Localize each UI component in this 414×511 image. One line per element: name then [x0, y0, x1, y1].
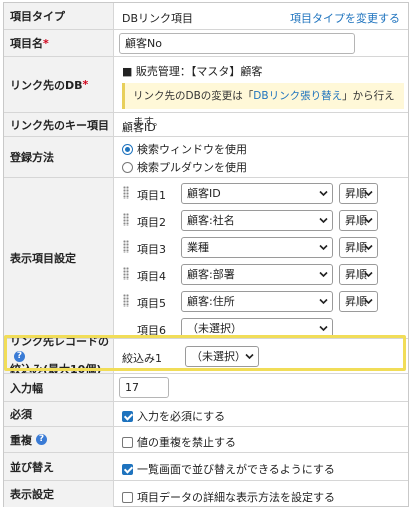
display-item-select[interactable]: （未選択） — [181, 318, 333, 339]
display-item-name: 項目4 — [137, 270, 166, 283]
sort-order-select[interactable]: 昇順 — [339, 237, 378, 258]
help-icon[interactable]: ? — [36, 434, 47, 445]
row-display-items: 表示項目設定 項目1 顧客ID 昇順 項目2 顧客:社名 昇順 項目3 業種 昇… — [4, 177, 408, 339]
chevron-down-icon — [319, 190, 328, 197]
required-mark: * — [82, 78, 89, 91]
display-item-name: 項目1 — [137, 189, 166, 202]
item-name-input[interactable]: 顧客No — [119, 33, 355, 54]
db-relink-link[interactable]: DBリンク張り替え — [253, 90, 342, 102]
display-item-select[interactable]: 業種 — [181, 237, 333, 258]
row-display-settings: 表示設定 項目データの詳細な表示方法を設定する — [4, 480, 408, 507]
display-item-select[interactable]: 顧客:住所 — [181, 291, 333, 312]
row-item-type: 項目タイプ DBリンク項目 項目タイプを変更する — [4, 3, 408, 29]
checkbox-icon[interactable] — [122, 437, 133, 448]
display-item-select[interactable]: 顧客ID — [181, 183, 333, 204]
sort-checkbox[interactable]: 一覧画面で並び替えができるようにする — [122, 461, 335, 477]
input-width-label: 入力幅 — [4, 374, 114, 401]
chevron-down-icon — [364, 217, 373, 224]
radio-icon[interactable] — [122, 162, 133, 173]
form-table: 項目タイプ DBリンク項目 項目タイプを変更する 項目名 * 顧客No リンク先の… — [3, 2, 409, 507]
chevron-down-icon — [245, 353, 254, 360]
input-width-field[interactable]: 17 — [119, 377, 169, 398]
display-settings-label: 表示設定 — [4, 481, 114, 507]
sort-order-select[interactable]: 昇順 — [339, 291, 378, 312]
row-register-method: 登録方法 検索ウィンドウを使用 検索プルダウンを使用 — [4, 136, 408, 177]
chevron-down-icon — [319, 271, 328, 278]
display-item-select[interactable]: 顧客:部署 — [181, 264, 333, 285]
chevron-down-icon — [319, 244, 328, 251]
checkbox-icon[interactable] — [122, 492, 133, 503]
chevron-down-icon — [319, 298, 328, 305]
link-key-label: リンク先のキー項目 — [4, 113, 114, 136]
display-item-name: 項目3 — [137, 243, 166, 256]
link-db-name: ■ 販売管理：【マスタ】顧客 — [122, 65, 263, 78]
display-item-name: 項目2 — [137, 216, 166, 229]
chevron-down-icon — [364, 298, 373, 305]
row-duplicate: 重複? 値の重複を禁止する — [4, 426, 408, 452]
checkbox-checked-icon[interactable] — [122, 464, 133, 475]
link-key-value: 顧客ID — [122, 121, 156, 134]
change-item-type-link[interactable]: 項目タイプを変更する — [290, 10, 400, 26]
display-item-name: 項目5 — [137, 297, 166, 310]
display-item-name: 項目6 — [137, 324, 166, 337]
row-link-key: リンク先のキー項目 顧客ID — [4, 112, 408, 136]
link-db-label: リンク先のDB * — [4, 57, 114, 112]
drag-handle-icon[interactable] — [123, 294, 129, 307]
chevron-down-icon — [364, 244, 373, 251]
display-item-select[interactable]: 顧客:社名 — [181, 210, 333, 231]
register-method-label: 登録方法 — [4, 137, 114, 177]
item-type-value: DBリンク項目 — [122, 12, 194, 25]
row-item-name: 項目名 * 顧客No — [4, 29, 408, 56]
help-icon[interactable]: ? — [14, 351, 25, 362]
drag-handle-icon[interactable] — [123, 213, 129, 226]
register-option-pulldown[interactable]: 検索プルダウンを使用 — [122, 159, 247, 175]
filter-row-label: 絞込み1 — [122, 352, 162, 365]
chevron-down-icon — [364, 271, 373, 278]
radio-selected-icon[interactable] — [122, 144, 133, 155]
checkbox-checked-icon[interactable] — [122, 411, 133, 422]
drag-handle-icon[interactable] — [123, 267, 129, 280]
chevron-down-icon — [364, 190, 373, 197]
filter-label: リンク先レコードの? 絞込み(最大10個) — [4, 335, 114, 376]
required-label: 必須 — [4, 402, 114, 426]
item-type-label: 項目タイプ — [4, 3, 114, 29]
item-name-label: 項目名 * — [4, 30, 114, 56]
row-filter: リンク先レコードの? 絞込み(最大10個) 絞込み1 （未選択） — [4, 335, 408, 376]
duplicate-label: 重複? — [4, 427, 114, 452]
drag-handle-icon[interactable] — [123, 240, 129, 253]
duplicate-checkbox[interactable]: 値の重複を禁止する — [122, 434, 236, 450]
chevron-down-icon — [319, 325, 328, 332]
row-input-width: 入力幅 17 — [4, 373, 408, 401]
drag-handle-icon[interactable] — [123, 186, 129, 199]
display-settings-checkbox[interactable]: 項目データの詳細な表示方法を設定する — [122, 489, 335, 505]
chevron-down-icon — [319, 217, 328, 224]
required-mark: * — [43, 36, 49, 50]
link-db-notice: リンク先のDBの変更は「DBリンク張り替え」から行えます。 — [122, 83, 404, 128]
register-option-window[interactable]: 検索ウィンドウを使用 — [122, 141, 247, 157]
sort-order-select[interactable]: 昇順 — [339, 210, 378, 231]
row-sort: 並び替え 一覧画面で並び替えができるようにする — [4, 452, 408, 480]
sort-label: 並び替え — [4, 453, 114, 480]
filter-select[interactable]: （未選択） — [185, 346, 259, 367]
required-checkbox[interactable]: 入力を必須にする — [122, 408, 225, 424]
sort-order-select[interactable]: 昇順 — [339, 264, 378, 285]
row-required: 必須 入力を必須にする — [4, 401, 408, 426]
sort-order-select[interactable]: 昇順 — [339, 183, 378, 204]
display-items-label: 表示項目設定 — [4, 178, 114, 338]
